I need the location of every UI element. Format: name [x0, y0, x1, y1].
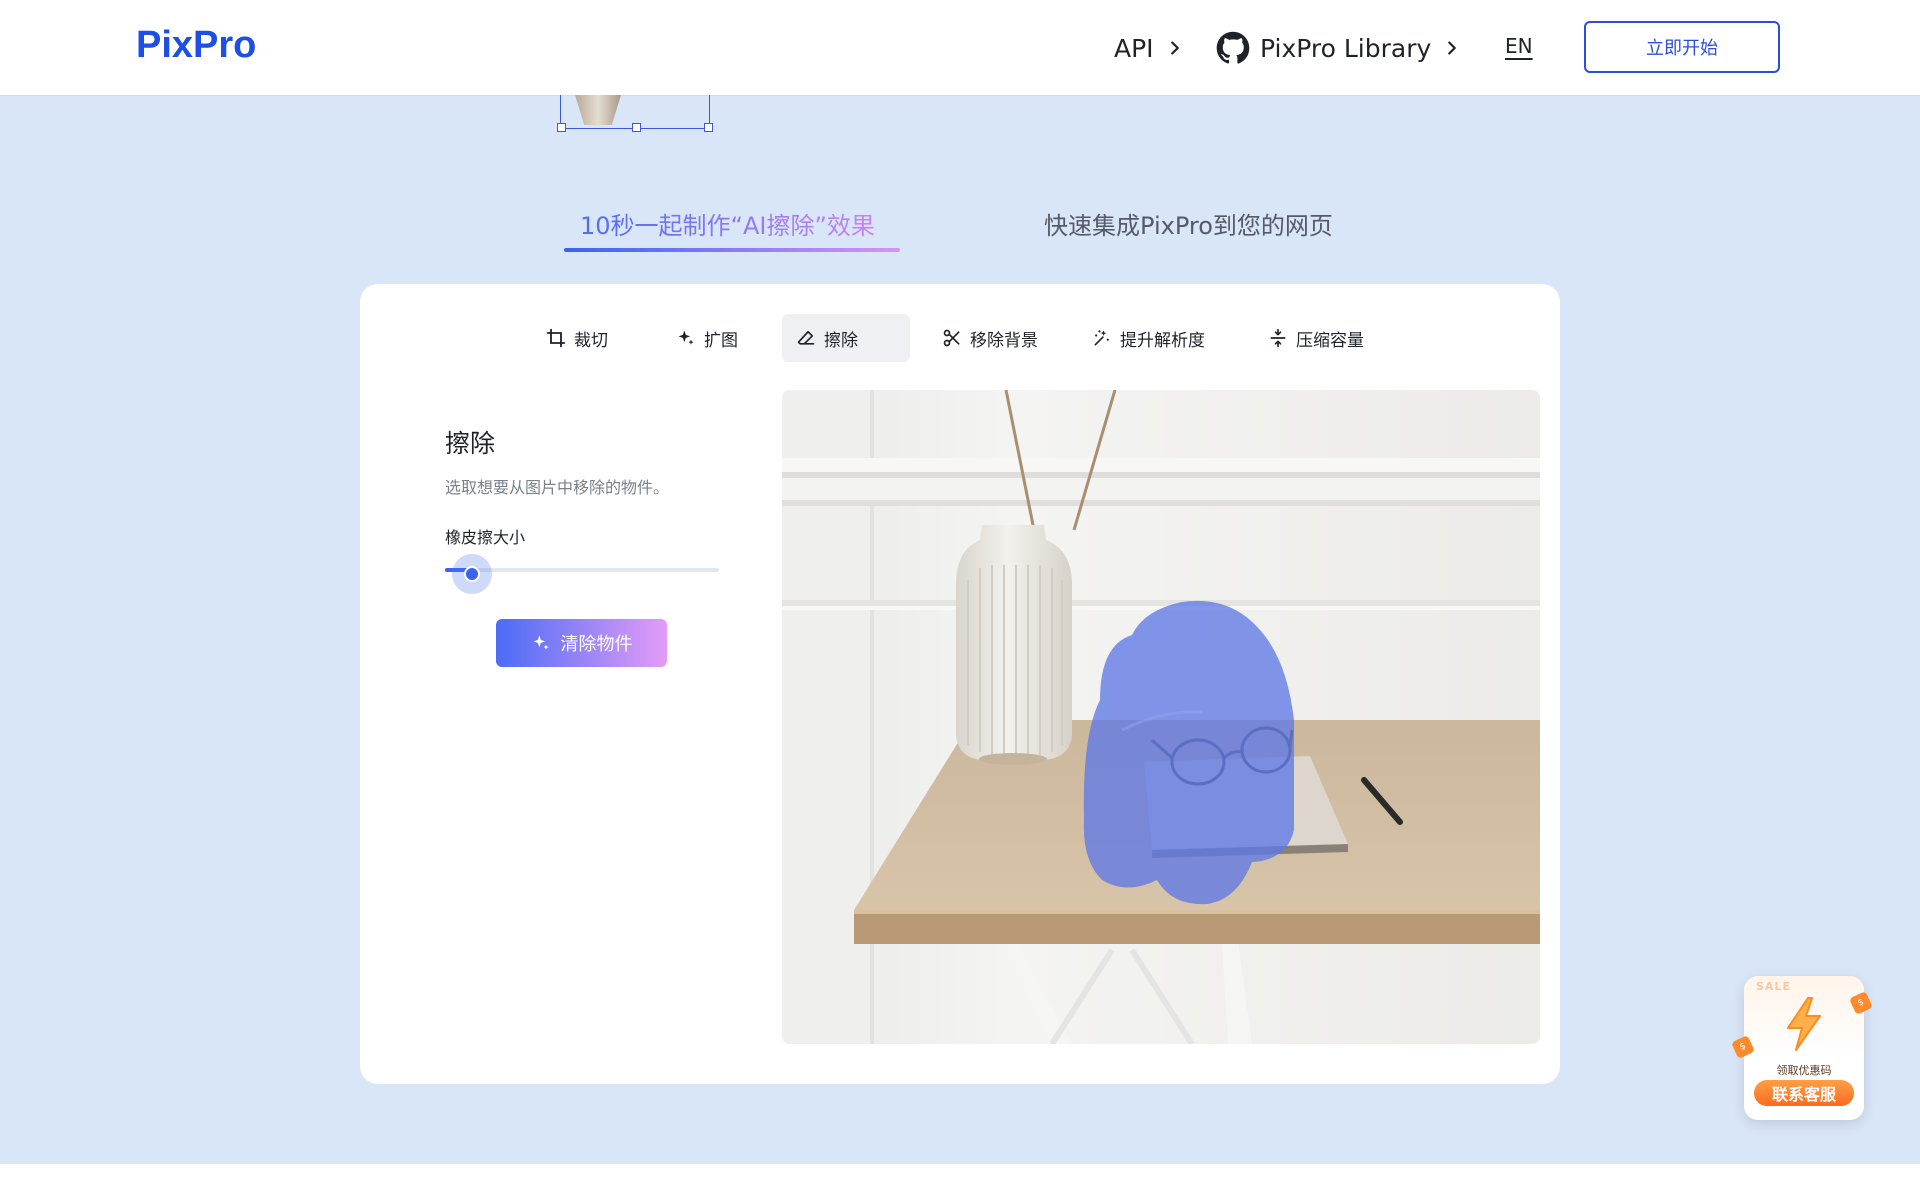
chevron-right-icon [1170, 41, 1179, 55]
tab-integrate-pixpro[interactable]: 快速集成PixPro到您的网页 [1044, 206, 1333, 241]
contact-support-button[interactable]: 联系客服 [1754, 1080, 1854, 1106]
desk-photo [782, 390, 1540, 1044]
tool-toolbar: 裁切 扩图 擦除 移除背景 提升解析度 压缩容量 [360, 314, 1560, 362]
enhance-icon [1094, 330, 1109, 346]
clear-objects-button[interactable]: 清除物件 [496, 619, 667, 667]
panel-description: 选取想要从图片中移除的物件。 [445, 478, 670, 497]
start-now-button[interactable]: 立即开始 [1584, 21, 1780, 73]
tool-compress[interactable]: 压缩容量 [1254, 314, 1378, 362]
coupon-text: 领取优惠码 [1776, 1064, 1832, 1077]
tool-remove-background-label: 移除背景 [970, 330, 1038, 351]
tool-upscale-label: 提升解析度 [1120, 330, 1205, 351]
tool-expand-label: 扩图 [704, 330, 738, 351]
lightning-bolt-icon [1787, 997, 1821, 1051]
vase-image-fragment [575, 95, 621, 125]
tool-upscale[interactable]: 提升解析度 [1078, 314, 1219, 362]
clear-objects-label: 清除物件 [560, 634, 633, 655]
tool-erase-label: 擦除 [824, 330, 858, 351]
nav-link-api[interactable]: API [1114, 30, 1186, 66]
tool-erase[interactable]: 擦除 [782, 314, 910, 362]
tool-compress-label: 压缩容量 [1296, 330, 1364, 351]
photo-canvas[interactable] [782, 390, 1540, 1044]
previous-demo-selection-box [557, 95, 713, 132]
demo-card: 裁切 扩图 擦除 移除背景 提升解析度 压缩容量 擦除 选取想要从图片中移除的物… [360, 284, 1560, 1084]
chevron-right-icon [1448, 41, 1457, 55]
nav-link-pixpro-library[interactable]: PixPro Library [1216, 30, 1463, 66]
active-tab-underline [564, 248, 900, 252]
tool-expand[interactable]: 扩图 [662, 314, 752, 362]
pixpro-logo[interactable]: PixPro [136, 24, 256, 67]
scissors-icon [943, 329, 960, 347]
crop-icon [546, 328, 566, 348]
selection-handle[interactable] [557, 123, 566, 132]
footer-strip [0, 1164, 1920, 1200]
nav-link-api-label: API [1114, 33, 1154, 63]
sale-tag: SALE [1756, 980, 1791, 993]
sale-promo-widget[interactable]: SALE $ $ 领取优惠码 联系客服 [1731, 972, 1873, 1122]
tool-remove-background[interactable]: 移除背景 [928, 314, 1052, 362]
selection-handle[interactable] [704, 123, 713, 132]
sparkle-icon [678, 330, 694, 345]
eraser-size-label: 橡皮擦大小 [445, 528, 526, 547]
sparkle-icon [533, 635, 548, 650]
tool-crop[interactable]: 裁切 [532, 314, 622, 362]
erase-mask-overlay[interactable] [1083, 600, 1294, 905]
nav-link-library-label: PixPro Library [1260, 33, 1432, 63]
tool-crop-label: 裁切 [574, 330, 608, 351]
panel-title: 擦除 [445, 429, 496, 458]
selection-handle[interactable] [632, 123, 641, 132]
eraser-icon [797, 330, 815, 345]
github-icon [1216, 31, 1250, 64]
top-header: PixPro API PixPro Library EN 立即开始 [0, 0, 1920, 95]
language-switch[interactable]: EN [1505, 34, 1533, 58]
tab-ai-erase-demo[interactable]: 10秒一起制作“AI擦除”效果 [580, 206, 875, 241]
compress-icon [1270, 328, 1286, 348]
